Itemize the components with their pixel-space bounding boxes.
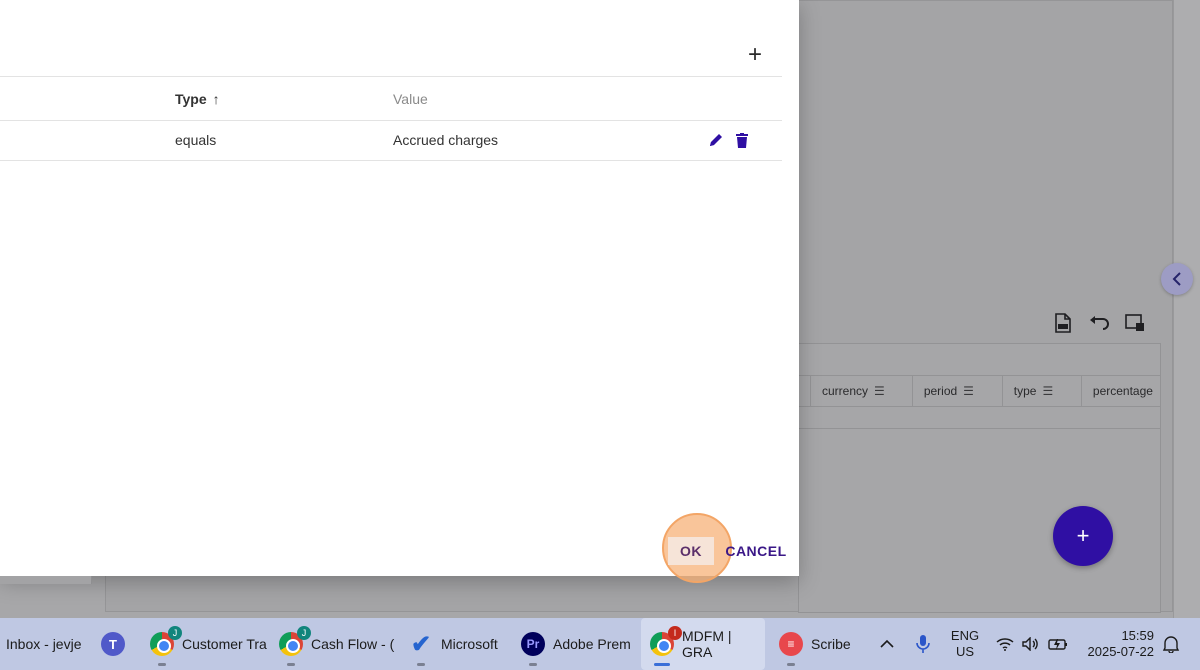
running-indicator [417, 663, 425, 666]
add-condition-button[interactable]: + [743, 43, 767, 67]
plus-icon: + [747, 41, 762, 68]
taskbar-item-label: Adobe Prem [553, 636, 631, 652]
collapse-panel-button[interactable] [1161, 263, 1193, 295]
column-period[interactable]: period ☰ [911, 376, 1002, 406]
taskbar: Inbox - jevje T J Customer Tra J Cash Fl… [0, 618, 1200, 670]
column-type-label: type [1013, 384, 1037, 398]
taskbar-item-mdfm[interactable]: I MDFM | GRA [641, 618, 765, 670]
background-table-header: currency ☰ period ☰ type ☰ percentage [799, 375, 1160, 407]
filter-icon[interactable]: ☰ [963, 384, 974, 398]
right-side-rail [1173, 0, 1200, 618]
region-code: US [955, 644, 975, 659]
language-code: ENG [950, 628, 980, 643]
cancel-button[interactable]: CANCEL [725, 537, 787, 565]
taskbar-item-microsoft[interactable]: ✔ Microsoft [409, 618, 498, 670]
add-fab-button[interactable]: + [1053, 506, 1113, 566]
taskbar-item-cashflow[interactable]: J Cash Flow - ( [279, 618, 394, 670]
panel-settings-icon[interactable] [1124, 312, 1146, 334]
running-indicator [787, 663, 795, 666]
conditions-table-header: Type ↑ Value [0, 76, 782, 121]
undo-icon[interactable] [1088, 312, 1110, 334]
checkmark-icon: ✔ [410, 630, 432, 658]
column-header-value-label: Value [393, 91, 428, 107]
taskbar-item-outlook[interactable]: Inbox - jevje [6, 618, 81, 670]
premiere-icon: Pr [521, 632, 545, 656]
cell-value: Accrued charges [393, 132, 499, 148]
column-period-label: period [923, 384, 958, 398]
column-header-type-label: Type [175, 91, 207, 107]
running-indicator [654, 663, 670, 666]
profile-badge: J [297, 626, 311, 640]
column-currency[interactable]: currency ☰ [810, 376, 912, 406]
notifications-icon[interactable] [1162, 618, 1180, 670]
show-hidden-icons-button[interactable] [880, 618, 894, 670]
column-percentage-label: percentage [1092, 384, 1153, 398]
running-indicator [158, 663, 166, 666]
filter-icon[interactable]: ☰ [1042, 384, 1053, 398]
taskbar-item-scribe[interactable]: ≡ Scribe [779, 618, 851, 670]
volume-icon[interactable] [1022, 618, 1040, 670]
delete-icon[interactable] [734, 131, 750, 149]
column-percentage[interactable]: percentage [1080, 376, 1160, 406]
taskbar-item-label: Microsoft [441, 636, 498, 652]
background-toolbar [1052, 312, 1146, 334]
export-document-icon[interactable] [1052, 312, 1074, 334]
conditions-dialog: + Type ↑ Value equals Accrued charges OK… [0, 0, 799, 583]
profile-badge: J [168, 626, 182, 640]
clock-time: 15:59 [1121, 628, 1154, 643]
profile-badge: I [668, 626, 682, 640]
chevron-left-icon [1172, 272, 1181, 286]
language-indicator[interactable]: ENG US [947, 618, 983, 670]
scribe-icon: ≡ [779, 632, 803, 656]
column-header-type[interactable]: Type ↑ [175, 91, 220, 107]
column-type[interactable]: type ☰ [1001, 376, 1081, 406]
taskbar-item-label: MDFM | GRA [682, 628, 732, 660]
table-row[interactable]: equals Accrued charges [0, 121, 782, 161]
cell-type: equals [175, 132, 217, 148]
filter-icon[interactable]: ☰ [874, 384, 885, 398]
battery-icon[interactable] [1048, 618, 1068, 670]
edit-icon[interactable] [707, 131, 725, 149]
taskbar-item-customer[interactable]: J Customer Tra [150, 618, 267, 670]
column-header-value[interactable]: Value [393, 91, 428, 107]
chevron-up-icon [880, 639, 894, 648]
clock-date: 2025-07-22 [1087, 644, 1155, 659]
taskbar-item-label: Inbox - jevje [6, 636, 82, 652]
underlying-panel-edge [0, 576, 92, 584]
chrome-icon: J [150, 626, 182, 656]
ok-button[interactable]: OK [668, 537, 714, 565]
background-data-table: currency ☰ period ☰ type ☰ percentage [798, 343, 1161, 613]
taskbar-item-label: Cash Flow - ( [311, 636, 395, 652]
teams-icon: T [101, 632, 125, 656]
taskbar-item-teams[interactable]: T [101, 618, 125, 670]
sort-ascending-icon: ↑ [212, 91, 220, 107]
running-indicator [529, 663, 537, 666]
taskbar-item-label: Scribe [811, 636, 851, 652]
microphone-icon[interactable] [916, 618, 930, 670]
column-currency-label: currency [822, 384, 869, 398]
chrome-icon: I [650, 626, 682, 656]
clock[interactable]: 15:59 2025-07-22 [1080, 618, 1155, 670]
taskbar-item-label: Customer Tra [182, 636, 267, 652]
chrome-icon: J [279, 626, 311, 656]
plus-icon: + [1076, 523, 1090, 548]
taskbar-item-premiere[interactable]: Pr Adobe Prem [521, 618, 631, 670]
wifi-icon[interactable] [996, 618, 1014, 670]
background-table-filter-row [799, 407, 1160, 429]
running-indicator [287, 663, 295, 666]
background-col-spacer [799, 376, 810, 406]
